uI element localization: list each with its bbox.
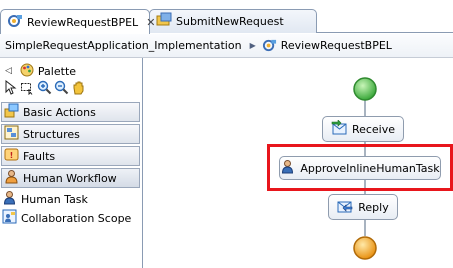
palette-icon bbox=[20, 63, 34, 80]
activity-receive[interactable]: Receive bbox=[322, 116, 404, 142]
bpel-process-icon bbox=[7, 13, 23, 32]
drawer-label: Human Workflow bbox=[23, 171, 117, 185]
breadcrumb: SimpleRequestApplication_Implementation … bbox=[0, 34, 453, 58]
drawer-basic-actions[interactable]: Basic Actions bbox=[1, 102, 140, 122]
drawer-human-workflow[interactable]: Human Workflow bbox=[1, 168, 140, 188]
entry-label: Human Task bbox=[21, 192, 88, 206]
drawer-label: Structures bbox=[23, 127, 80, 141]
palette-entry-collaboration-scope[interactable]: Collaboration Scope bbox=[2, 209, 131, 227]
palette-entry-human-task[interactable]: Human Task bbox=[2, 190, 88, 208]
tab-review-request-bpel[interactable]: ReviewRequestBPEL ✕ bbox=[0, 9, 155, 34]
drawer-label: Basic Actions bbox=[23, 105, 96, 119]
drawer-label: Faults bbox=[23, 149, 56, 163]
tab-label: ReviewRequestBPEL bbox=[27, 15, 139, 29]
breadcrumb-item-module[interactable]: SimpleRequestApplication_Implementation bbox=[5, 39, 242, 52]
activity-reply[interactable]: Reply bbox=[328, 194, 398, 220]
activity-label: Receive bbox=[351, 122, 396, 136]
human-workflow-icon bbox=[4, 169, 19, 187]
tab-label: SubmitNewRequest bbox=[176, 15, 284, 28]
submit-request-icon bbox=[156, 12, 172, 31]
bpel-process-icon bbox=[262, 38, 277, 53]
faults-icon: ! bbox=[4, 147, 19, 165]
receive-icon bbox=[331, 118, 347, 139]
human-task-icon bbox=[2, 190, 17, 208]
reply-icon bbox=[337, 198, 353, 217]
entry-label: Collaboration Scope bbox=[21, 211, 132, 225]
structures-icon bbox=[4, 125, 19, 143]
palette-title: Palette bbox=[37, 64, 77, 78]
svg-text:!: ! bbox=[10, 151, 14, 160]
breadcrumb-separator-icon: ▶ bbox=[249, 41, 256, 50]
drawer-faults[interactable]: ! Faults bbox=[1, 146, 140, 166]
marquee-tool-icon[interactable] bbox=[20, 80, 35, 98]
collapse-palette-icon[interactable]: ◁ bbox=[5, 66, 12, 76]
basic-actions-icon bbox=[4, 103, 19, 121]
flow-connector bbox=[364, 100, 366, 116]
close-icon[interactable]: ✕ bbox=[146, 16, 155, 29]
start-node[interactable] bbox=[352, 76, 378, 102]
select-tool-icon[interactable] bbox=[3, 79, 18, 98]
breadcrumb-item-process[interactable]: ReviewRequestBPEL bbox=[281, 39, 392, 52]
palette-header: ◁ Palette bbox=[5, 62, 76, 80]
hand-tool-icon[interactable] bbox=[71, 80, 86, 98]
tab-submit-new-request[interactable]: SubmitNewRequest bbox=[149, 9, 317, 33]
zoom-out-icon[interactable] bbox=[54, 80, 69, 98]
drawer-structures[interactable]: Structures bbox=[1, 124, 140, 144]
flow-connector bbox=[364, 220, 366, 236]
end-node[interactable] bbox=[352, 235, 378, 261]
collaboration-scope-icon bbox=[2, 209, 17, 227]
palette-tool-row bbox=[3, 79, 86, 98]
activity-label: Reply bbox=[358, 200, 389, 214]
zoom-in-icon[interactable] bbox=[37, 80, 52, 98]
selection-highlight bbox=[267, 144, 453, 191]
